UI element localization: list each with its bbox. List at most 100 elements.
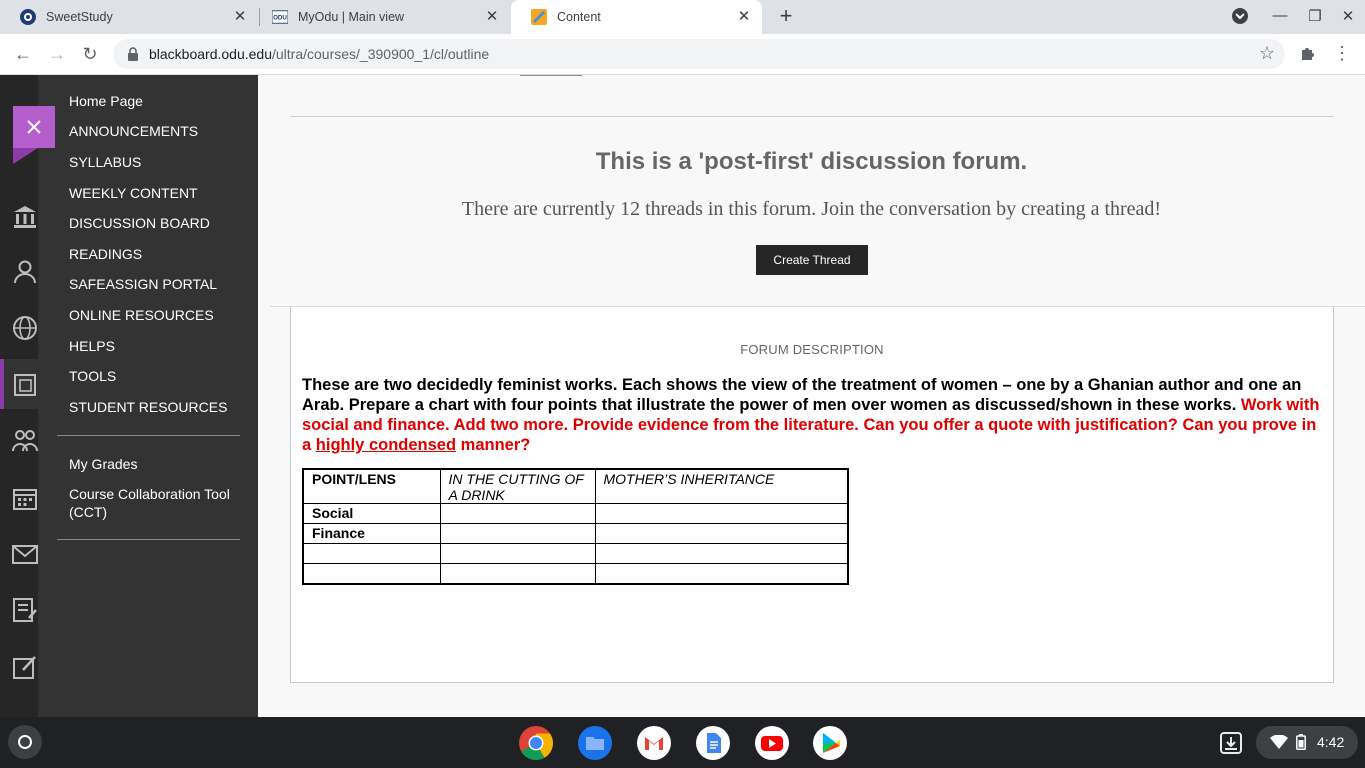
table-cell: [439, 523, 596, 544]
description-red-text-end: manner?: [460, 436, 531, 454]
close-icon: [27, 120, 41, 134]
profile-icon[interactable]: [11, 257, 39, 285]
menu-item-tools[interactable]: TOOLS: [69, 367, 116, 385]
table-row: [302, 563, 849, 584]
content-top-divider: [290, 116, 1334, 117]
tab-search-icon[interactable]: [1230, 7, 1250, 27]
files-icon[interactable]: [577, 725, 613, 761]
restore-icon[interactable]: ❐: [1305, 7, 1325, 27]
menu-item-home-page[interactable]: Home Page: [69, 92, 143, 110]
forum-description-label: FORUM DESCRIPTION: [740, 342, 884, 357]
svg-text:ODU: ODU: [273, 15, 287, 22]
docs-icon[interactable]: [695, 725, 731, 761]
chrome-icon[interactable]: [518, 725, 554, 761]
table-header-cell: POINT/LENS: [302, 468, 441, 504]
tab-myodu[interactable]: ODU MyOdu | Main view ✕: [252, 0, 510, 34]
minimize-icon[interactable]: —: [1270, 7, 1290, 27]
forum-title: This is a 'post-first' discussion forum.: [595, 148, 1028, 175]
table-cell: [439, 543, 596, 564]
menu-ribbon-tail: [13, 148, 38, 164]
blackboard-content-icon: [531, 9, 547, 25]
play-store-icon[interactable]: [812, 725, 848, 761]
messages-icon[interactable]: [11, 540, 39, 568]
menu-item-online-resources[interactable]: ONLINE RESOURCES: [69, 306, 214, 324]
extensions-puzzle-icon[interactable]: [1298, 44, 1318, 64]
youtube-icon[interactable]: [754, 725, 790, 761]
tab-title: SweetStudy: [46, 10, 113, 24]
menu-item-course-collaboration-tool[interactable]: Course Collaboration Tool (CCT): [69, 485, 244, 521]
table-cell: [302, 543, 441, 564]
menu-item-announcements[interactable]: ANNOUNCEMENTS: [69, 122, 198, 140]
browser-tab-strip: SweetStudy ✕ ODU MyOdu | Main view ✕ Con…: [0, 0, 1365, 34]
address-bar[interactable]: blackboard.odu.edu/ultra/courses/_390900…: [113, 39, 1285, 69]
lock-icon: [127, 47, 139, 66]
table-row: Social: [302, 503, 849, 524]
tab-title: Content: [557, 10, 601, 24]
url-text: blackboard.odu.edu/ultra/courses/_390900…: [149, 46, 490, 62]
calendar-icon[interactable]: [11, 484, 39, 512]
institution-icon[interactable]: [11, 203, 39, 231]
close-window-icon[interactable]: ✕: [1338, 7, 1358, 27]
point-lens-table: POINT/LENS IN THE CUTTING OF A DRINK MOT…: [302, 468, 849, 585]
table-header-row: POINT/LENS IN THE CUTTING OF A DRINK MOT…: [302, 468, 849, 504]
close-tab-icon[interactable]: ✕: [484, 9, 500, 25]
menu-item-weekly-content[interactable]: WEEKLY CONTENT: [69, 184, 198, 202]
table-cell: Finance: [302, 523, 441, 544]
close-course-menu-button[interactable]: [13, 106, 55, 148]
menu-item-syllabus[interactable]: SYLLABUS: [69, 153, 141, 171]
header-underline: [520, 75, 582, 76]
tab-sweetstudy[interactable]: SweetStudy ✕: [0, 0, 258, 34]
close-tab-icon[interactable]: ✕: [736, 9, 752, 25]
table-row: [302, 543, 849, 564]
edit-icon[interactable]: [11, 653, 39, 681]
browser-toolbar: ← → ↻ blackboard.odu.edu/ultra/courses/_…: [0, 34, 1365, 75]
tab-content[interactable]: Content ✕: [511, 0, 762, 34]
menu-item-safeassign-portal[interactable]: SAFEASSIGN PORTAL: [69, 275, 217, 293]
main-content: This is a 'post-first' discussion forum.…: [258, 75, 1365, 717]
forum-description-text: These are two decidedly feminist works. …: [302, 375, 1326, 455]
table-header-cell: IN THE CUTTING OF A DRINK: [439, 468, 596, 504]
menu-item-readings[interactable]: READINGS: [69, 245, 142, 263]
sweetstudy-logo-icon: [20, 9, 36, 25]
close-tab-icon[interactable]: ✕: [232, 9, 248, 25]
reload-icon[interactable]: ↻: [78, 43, 102, 65]
create-thread-button[interactable]: Create Thread: [756, 245, 868, 275]
table-row: Finance: [302, 523, 849, 544]
table-cell: [594, 543, 849, 564]
odu-logo-icon: ODU: [272, 9, 288, 25]
description-underlined-text: highly condensed: [315, 436, 457, 454]
menu-item-my-grades[interactable]: My Grades: [69, 455, 137, 473]
gmail-icon[interactable]: [636, 725, 672, 761]
course-menu-panel: Home Page ANNOUNCEMENTS SYLLABUS WEEKLY …: [13, 75, 258, 717]
tote-icon[interactable]: [1216, 728, 1246, 758]
tab-title: MyOdu | Main view: [298, 10, 405, 24]
forum-subtitle: There are currently 12 threads in this f…: [461, 198, 1162, 220]
menu-divider: [57, 435, 240, 436]
table-cell: [439, 503, 596, 524]
table-cell: [439, 563, 596, 584]
globe-icon[interactable]: [11, 314, 39, 342]
bookmark-star-icon[interactable]: ☆: [1259, 43, 1275, 64]
menu-item-discussion-board[interactable]: DISCUSSION BOARD: [69, 214, 210, 232]
launcher-circle-icon: [18, 735, 32, 749]
forward-icon[interactable]: →: [45, 43, 69, 65]
table-cell: Social: [302, 503, 441, 524]
table-cell: [302, 563, 441, 584]
courses-icon[interactable]: [11, 371, 39, 399]
rail-active-indicator: [0, 359, 4, 409]
menu-item-helps[interactable]: HELPS: [69, 337, 115, 355]
grades-icon[interactable]: [11, 596, 39, 624]
menu-divider: [57, 539, 240, 540]
browser-menu-icon[interactable]: ⋮: [1332, 44, 1352, 64]
clock-time: 4:42: [1317, 734, 1345, 750]
back-icon[interactable]: ←: [11, 43, 35, 65]
menu-item-student-resources[interactable]: STUDENT RESOURCES: [69, 398, 227, 416]
status-tray[interactable]: 4:42: [1256, 726, 1358, 759]
chromeos-shelf: 4:42: [0, 717, 1365, 768]
organizations-icon[interactable]: [11, 427, 39, 455]
forum-description-box: FORUM DESCRIPTION These are two decidedl…: [290, 307, 1334, 683]
new-tab-button[interactable]: +: [774, 5, 798, 29]
ultra-navigation-rail: [0, 75, 38, 717]
launcher-button[interactable]: [8, 725, 42, 759]
table-cell: [594, 523, 849, 544]
